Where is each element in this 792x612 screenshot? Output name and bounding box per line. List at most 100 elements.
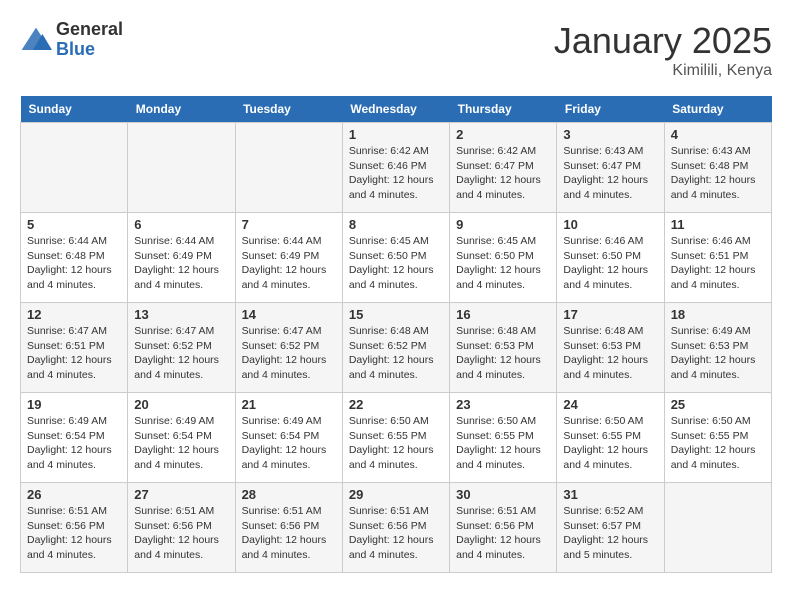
calendar-cell: 11Sunrise: 6:46 AMSunset: 6:51 PMDayligh… [664,213,771,303]
day-info: Sunrise: 6:47 AMSunset: 6:52 PMDaylight:… [134,324,228,383]
header-monday: Monday [128,96,235,123]
logo-blue-text: Blue [56,40,123,60]
day-number: 29 [349,487,443,502]
calendar-cell: 18 Sunrise: 6:49 AMSunset: 6:53 PMDayligh… [664,303,771,393]
logo-text: General Blue [56,20,123,60]
day-info: Sunrise: 6:45 AMSunset: 6:50 PMDaylight:… [349,234,443,293]
day-number: 25 [671,397,765,412]
calendar-cell: 17 Sunrise: 6:48 AMSunset: 6:53 PMDayligh… [557,303,664,393]
day-info: Sunrise: 6:48 AMSunset: 6:53 PMDaylight:… [456,324,550,383]
calendar-cell: 26 Sunrise: 6:51 AMSunset: 6:56 PMDayligh… [21,483,128,573]
calendar-title: January 2025 [554,20,772,62]
calendar-cell: 3 Sunrise: 6:43 AMSunset: 6:47 PMDaylight… [557,123,664,213]
calendar-week-row: 1Sunrise: 6:42 AMSunset: 6:46 PMDaylight… [21,123,772,213]
day-info: Sunrise: 6:51 AMSunset: 6:56 PMDaylight:… [27,504,121,563]
day-number: 8 [349,217,443,232]
day-info: Sunrise: 6:46 AMSunset: 6:50 PMDaylight:… [563,234,657,293]
calendar-cell: 27Sunrise: 6:51 AMSunset: 6:56 PMDayligh… [128,483,235,573]
header-saturday: Saturday [664,96,771,123]
header-friday: Friday [557,96,664,123]
day-number: 12 [27,307,121,322]
day-info: Sunrise: 6:46 AMSunset: 6:51 PMDaylight:… [671,234,765,293]
calendar-cell: 30Sunrise: 6:51 AMSunset: 6:56 PMDayligh… [450,483,557,573]
day-number: 16 [456,307,550,322]
day-number: 9 [456,217,550,232]
day-info: Sunrise: 6:47 AMSunset: 6:51 PMDaylight:… [27,324,121,383]
calendar-week-row: 26 Sunrise: 6:51 AMSunset: 6:56 PMDayligh… [21,483,772,573]
calendar-cell: 20 Sunrise: 6:49 AMSunset: 6:54 PMDayligh… [128,393,235,483]
day-number: 22 [349,397,443,412]
day-info: Sunrise: 6:50 AMSunset: 6:55 PMDaylight:… [456,414,550,473]
day-info: Sunrise: 6:43 AMSunset: 6:48 PMDaylight:… [671,144,765,203]
calendar-week-row: 5 Sunrise: 6:44 AMSunset: 6:48 PMDaylight… [21,213,772,303]
day-info: Sunrise: 6:51 AMSunset: 6:56 PMDaylight:… [134,504,228,563]
day-info: Sunrise: 6:48 AMSunset: 6:53 PMDaylight:… [563,324,657,383]
day-number: 18 [671,307,765,322]
calendar-cell: 6 Sunrise: 6:44 AMSunset: 6:49 PMDaylight… [128,213,235,303]
header-tuesday: Tuesday [235,96,342,123]
calendar-cell: 21 Sunrise: 6:49 AMSunset: 6:54 PMDayligh… [235,393,342,483]
calendar-cell: 16 Sunrise: 6:48 AMSunset: 6:53 PMDayligh… [450,303,557,393]
day-info: Sunrise: 6:49 AMSunset: 6:54 PMDaylight:… [242,414,336,473]
day-number: 15 [349,307,443,322]
day-number: 26 [27,487,121,502]
day-number: 20 [134,397,228,412]
day-info: Sunrise: 6:51 AMSunset: 6:56 PMDaylight:… [242,504,336,563]
day-info: Sunrise: 6:49 AMSunset: 6:54 PMDaylight:… [134,414,228,473]
day-info: Sunrise: 6:48 AMSunset: 6:52 PMDaylight:… [349,324,443,383]
day-info: Sunrise: 6:49 AMSunset: 6:54 PMDaylight:… [27,414,121,473]
calendar-cell: 23 Sunrise: 6:50 AMSunset: 6:55 PMDayligh… [450,393,557,483]
logo: General Blue [20,20,123,60]
day-number: 3 [563,127,657,142]
calendar-cell: 10Sunrise: 6:46 AMSunset: 6:50 PMDayligh… [557,213,664,303]
header-thursday: Thursday [450,96,557,123]
day-info: Sunrise: 6:49 AMSunset: 6:53 PMDaylight:… [671,324,765,383]
day-number: 6 [134,217,228,232]
calendar-location: Kimilili, Kenya [554,62,772,80]
day-info: Sunrise: 6:42 AMSunset: 6:47 PMDaylight:… [456,144,550,203]
calendar-cell: 13 Sunrise: 6:47 AMSunset: 6:52 PMDayligh… [128,303,235,393]
day-info: Sunrise: 6:51 AMSunset: 6:56 PMDaylight:… [349,504,443,563]
day-number: 24 [563,397,657,412]
day-number: 14 [242,307,336,322]
day-number: 2 [456,127,550,142]
calendar-cell: 31 Sunrise: 6:52 AMSunset: 6:57 PMDayligh… [557,483,664,573]
calendar-cell: 1Sunrise: 6:42 AMSunset: 6:46 PMDaylight… [342,123,449,213]
day-info: Sunrise: 6:44 AMSunset: 6:49 PMDaylight:… [134,234,228,293]
day-number: 21 [242,397,336,412]
day-info: Sunrise: 6:44 AMSunset: 6:48 PMDaylight:… [27,234,121,293]
calendar-cell: 2 Sunrise: 6:42 AMSunset: 6:47 PMDaylight… [450,123,557,213]
calendar-cell: 19 Sunrise: 6:49 AMSunset: 6:54 PMDayligh… [21,393,128,483]
calendar-cell: 12 Sunrise: 6:47 AMSunset: 6:51 PMDayligh… [21,303,128,393]
calendar-cell: 8 Sunrise: 6:45 AMSunset: 6:50 PMDaylight… [342,213,449,303]
day-info: Sunrise: 6:43 AMSunset: 6:47 PMDaylight:… [563,144,657,203]
day-number: 1 [349,127,443,142]
header-sunday: Sunday [21,96,128,123]
day-number: 4 [671,127,765,142]
calendar-cell [235,123,342,213]
page-header: General Blue January 2025 Kimilili, Keny… [20,20,772,80]
day-number: 13 [134,307,228,322]
day-number: 28 [242,487,336,502]
header-wednesday: Wednesday [342,96,449,123]
calendar-cell [21,123,128,213]
calendar-cell: 24 Sunrise: 6:50 AMSunset: 6:55 PMDayligh… [557,393,664,483]
calendar-cell: 4 Sunrise: 6:43 AMSunset: 6:48 PMDaylight… [664,123,771,213]
day-number: 19 [27,397,121,412]
day-info: Sunrise: 6:45 AMSunset: 6:50 PMDaylight:… [456,234,550,293]
day-number: 30 [456,487,550,502]
calendar-cell: 15 Sunrise: 6:48 AMSunset: 6:52 PMDayligh… [342,303,449,393]
day-number: 31 [563,487,657,502]
calendar-cell: 28 Sunrise: 6:51 AMSunset: 6:56 PMDayligh… [235,483,342,573]
calendar-cell: 22Sunrise: 6:50 AMSunset: 6:55 PMDayligh… [342,393,449,483]
title-block: January 2025 Kimilili, Kenya [554,20,772,80]
day-number: 23 [456,397,550,412]
day-info: Sunrise: 6:44 AMSunset: 6:49 PMDaylight:… [242,234,336,293]
day-info: Sunrise: 6:50 AMSunset: 6:55 PMDaylight:… [563,414,657,473]
calendar-cell [128,123,235,213]
day-info: Sunrise: 6:52 AMSunset: 6:57 PMDaylight:… [563,504,657,563]
logo-general-text: General [56,20,123,40]
day-number: 5 [27,217,121,232]
day-number: 17 [563,307,657,322]
calendar-cell [664,483,771,573]
